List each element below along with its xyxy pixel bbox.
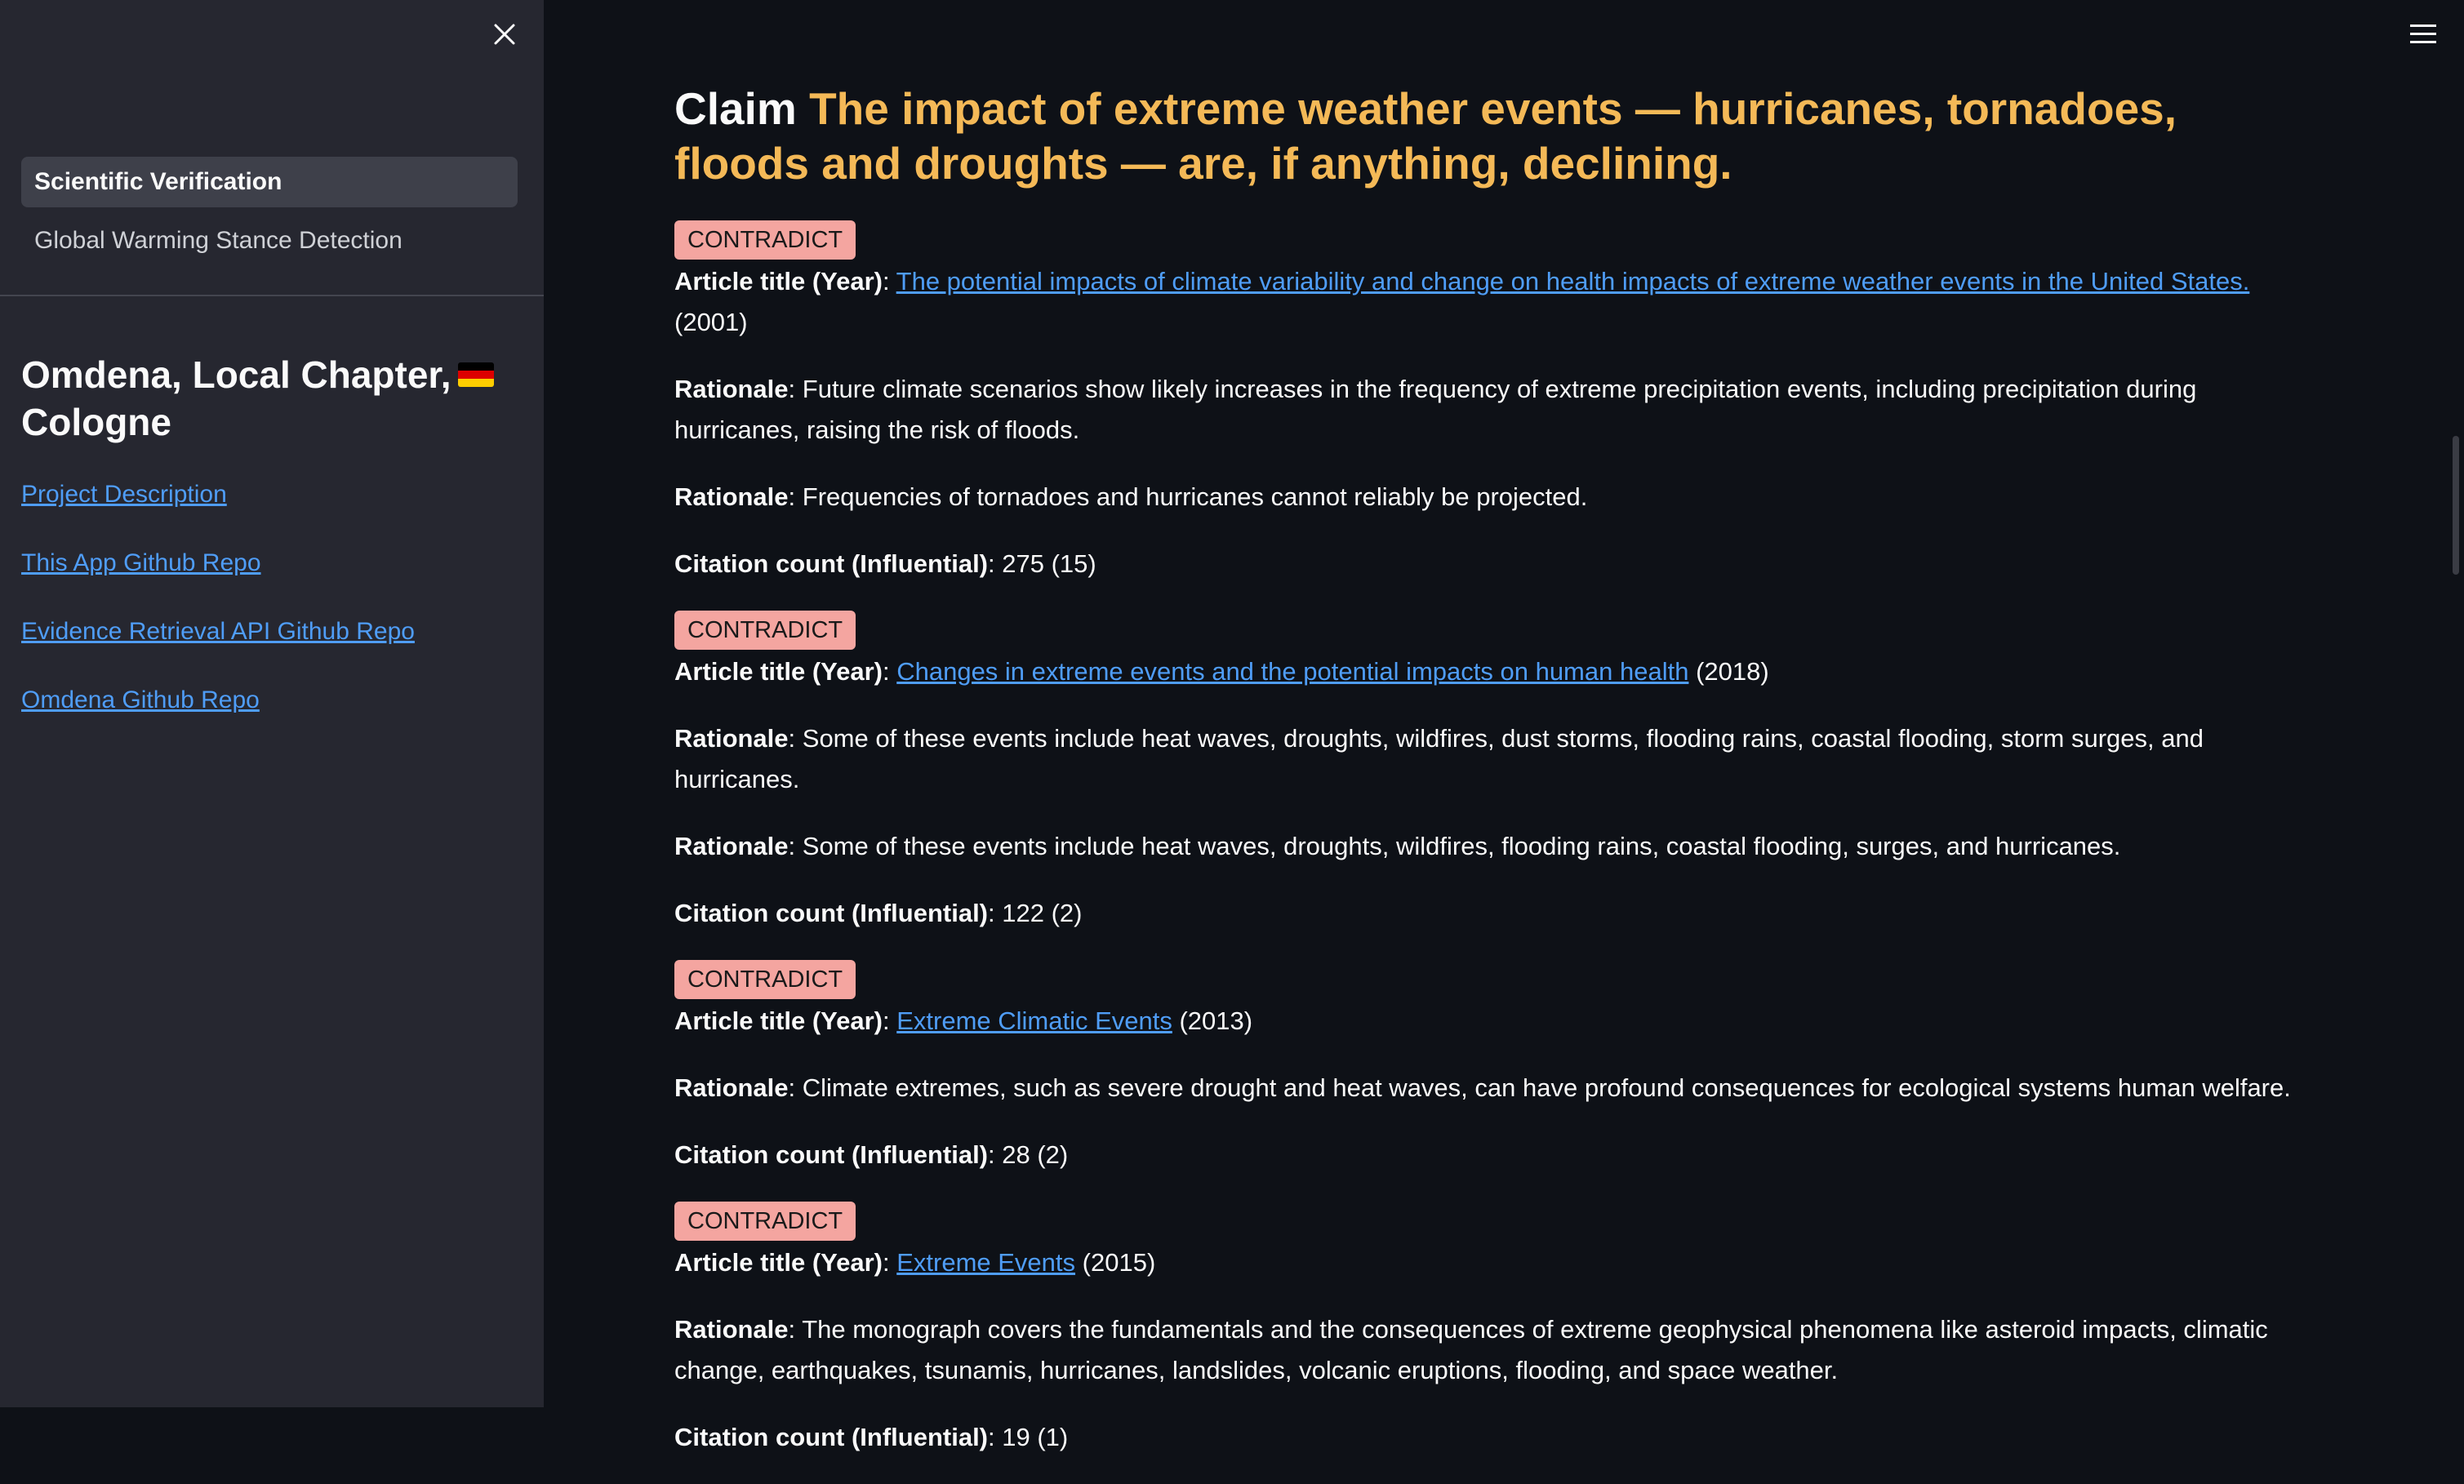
- project-description-link[interactable]: Project Description: [21, 478, 519, 511]
- rationale-text: Future climate scenarios show likely inc…: [674, 375, 2197, 444]
- rationale-text: Frequencies of tornadoes and hurricanes …: [802, 482, 1588, 511]
- citation-count-row: Citation count (Influential): 19 (1): [674, 1423, 1069, 1451]
- main-content: Claim The impact of extreme weather even…: [674, 82, 2315, 1484]
- org-title: Omdena, Local Chapter, Cologne: [21, 351, 519, 446]
- org-title-line-1: Omdena, Local Chapter,: [21, 353, 451, 396]
- rationale-text: Some of these events include heat waves,…: [674, 724, 2204, 793]
- rationale-label: Rationale: [674, 375, 789, 403]
- sidebar-divider: [0, 295, 544, 296]
- citation-count-value: 122 (2): [1002, 899, 1083, 927]
- citation-count-label: Citation count (Influential): [674, 1140, 989, 1169]
- app-root: Scientific Verification Global Warming S…: [0, 0, 2464, 1451]
- claim-heading: Claim The impact of extreme weather even…: [674, 82, 2315, 191]
- close-icon: [494, 24, 515, 45]
- citation-count-label: Citation count (Influential): [674, 899, 989, 927]
- rationale-text: The monograph covers the fundamentals an…: [674, 1315, 2268, 1384]
- claim-text: The impact of extreme weather events — h…: [674, 83, 2177, 189]
- citation-count-value: 19 (1): [1002, 1423, 1069, 1451]
- germany-flag-icon: [457, 362, 494, 387]
- rationale-row: Rationale: Some of these events include …: [674, 724, 2204, 793]
- article-title-link[interactable]: The potential impacts of climate variabi…: [896, 267, 2250, 295]
- rationale-label: Rationale: [674, 1315, 789, 1344]
- verdict-badge: CONTRADICT: [674, 1202, 856, 1241]
- sidebar-links: Project Description This App Github Repo…: [21, 478, 519, 753]
- app-github-repo-link[interactable]: This App Github Repo: [21, 547, 519, 580]
- rationale-label: Rationale: [674, 832, 789, 860]
- citation-count-row: Citation count (Influential): 122 (2): [674, 899, 1083, 927]
- rationale-text: Climate extremes, such as severe drought…: [802, 1073, 2291, 1102]
- close-sidebar-button[interactable]: [485, 15, 524, 54]
- sidebar: Scientific Verification Global Warming S…: [0, 0, 544, 1407]
- article-title-link[interactable]: Extreme Events: [896, 1248, 1075, 1277]
- rationale-label: Rationale: [674, 482, 789, 511]
- article-title-link[interactable]: Extreme Climatic Events: [896, 1006, 1172, 1035]
- evidence-card: CONTRADICT Article title (Year): Extreme…: [674, 1202, 2315, 1458]
- verdict-badge: CONTRADICT: [674, 960, 856, 999]
- rationale-row: Rationale: Climate extremes, such as sev…: [674, 1073, 2291, 1102]
- article-year: (2018): [1696, 657, 1769, 686]
- citation-count-label: Citation count (Influential): [674, 1423, 989, 1451]
- article-title-row: Article title (Year): Extreme Events (20…: [674, 1248, 1156, 1277]
- rationale-row: Rationale: Future climate scenarios show…: [674, 375, 2197, 444]
- rationale-row: Rationale: Frequencies of tornadoes and …: [674, 482, 1588, 511]
- nav-item-global-warming-stance-detection[interactable]: Global Warming Stance Detection: [21, 215, 518, 266]
- main-scrollbar[interactable]: [2453, 436, 2459, 575]
- nav-item-scientific-verification[interactable]: Scientific Verification: [21, 157, 518, 207]
- claim-label: Claim: [674, 83, 797, 134]
- citation-count-row: Citation count (Influential): 275 (15): [674, 549, 1096, 578]
- article-title-link[interactable]: Changes in extreme events and the potent…: [896, 657, 1688, 686]
- article-year: (2013): [1179, 1006, 1253, 1035]
- citation-count-value: 28 (2): [1002, 1140, 1069, 1169]
- rationale-text: Some of these events include heat waves,…: [802, 832, 2121, 860]
- article-title-label: Article title (Year): [674, 1248, 883, 1277]
- article-title-label: Article title (Year): [674, 267, 883, 295]
- org-title-line-2: Cologne: [21, 401, 171, 443]
- rationale-label: Rationale: [674, 724, 789, 753]
- evidence-card: CONTRADICT Article title (Year): Extreme…: [674, 960, 2315, 1175]
- citation-count-value: 275 (15): [1002, 549, 1096, 578]
- article-title-row: Article title (Year): Changes in extreme…: [674, 657, 1769, 686]
- article-title-label: Article title (Year): [674, 1006, 883, 1035]
- sidebar-nav: Scientific Verification Global Warming S…: [21, 157, 518, 274]
- evidence-card: CONTRADICT Article title (Year): Changes…: [674, 611, 2315, 934]
- article-title-row: Article title (Year): Extreme Climatic E…: [674, 1006, 1253, 1035]
- rationale-row: Rationale: The monograph covers the fund…: [674, 1315, 2268, 1384]
- evidence-retrieval-api-repo-link[interactable]: Evidence Retrieval API Github Repo: [21, 615, 519, 648]
- article-year: (2001): [674, 308, 748, 336]
- article-year: (2015): [1082, 1248, 1156, 1277]
- citation-count-row: Citation count (Influential): 28 (2): [674, 1140, 1069, 1169]
- rationale-row: Rationale: Some of these events include …: [674, 832, 2121, 860]
- rationale-label: Rationale: [674, 1073, 789, 1102]
- article-title-label: Article title (Year): [674, 657, 883, 686]
- citation-count-label: Citation count (Influential): [674, 549, 989, 578]
- verdict-badge: CONTRADICT: [674, 611, 856, 650]
- article-title-row: Article title (Year): The potential impa…: [674, 267, 2250, 336]
- evidence-card: CONTRADICT Article title (Year): The pot…: [674, 220, 2315, 584]
- omdena-github-repo-link[interactable]: Omdena Github Repo: [21, 684, 519, 717]
- verdict-badge: CONTRADICT: [674, 220, 856, 260]
- main-menu-button[interactable]: [2407, 18, 2440, 51]
